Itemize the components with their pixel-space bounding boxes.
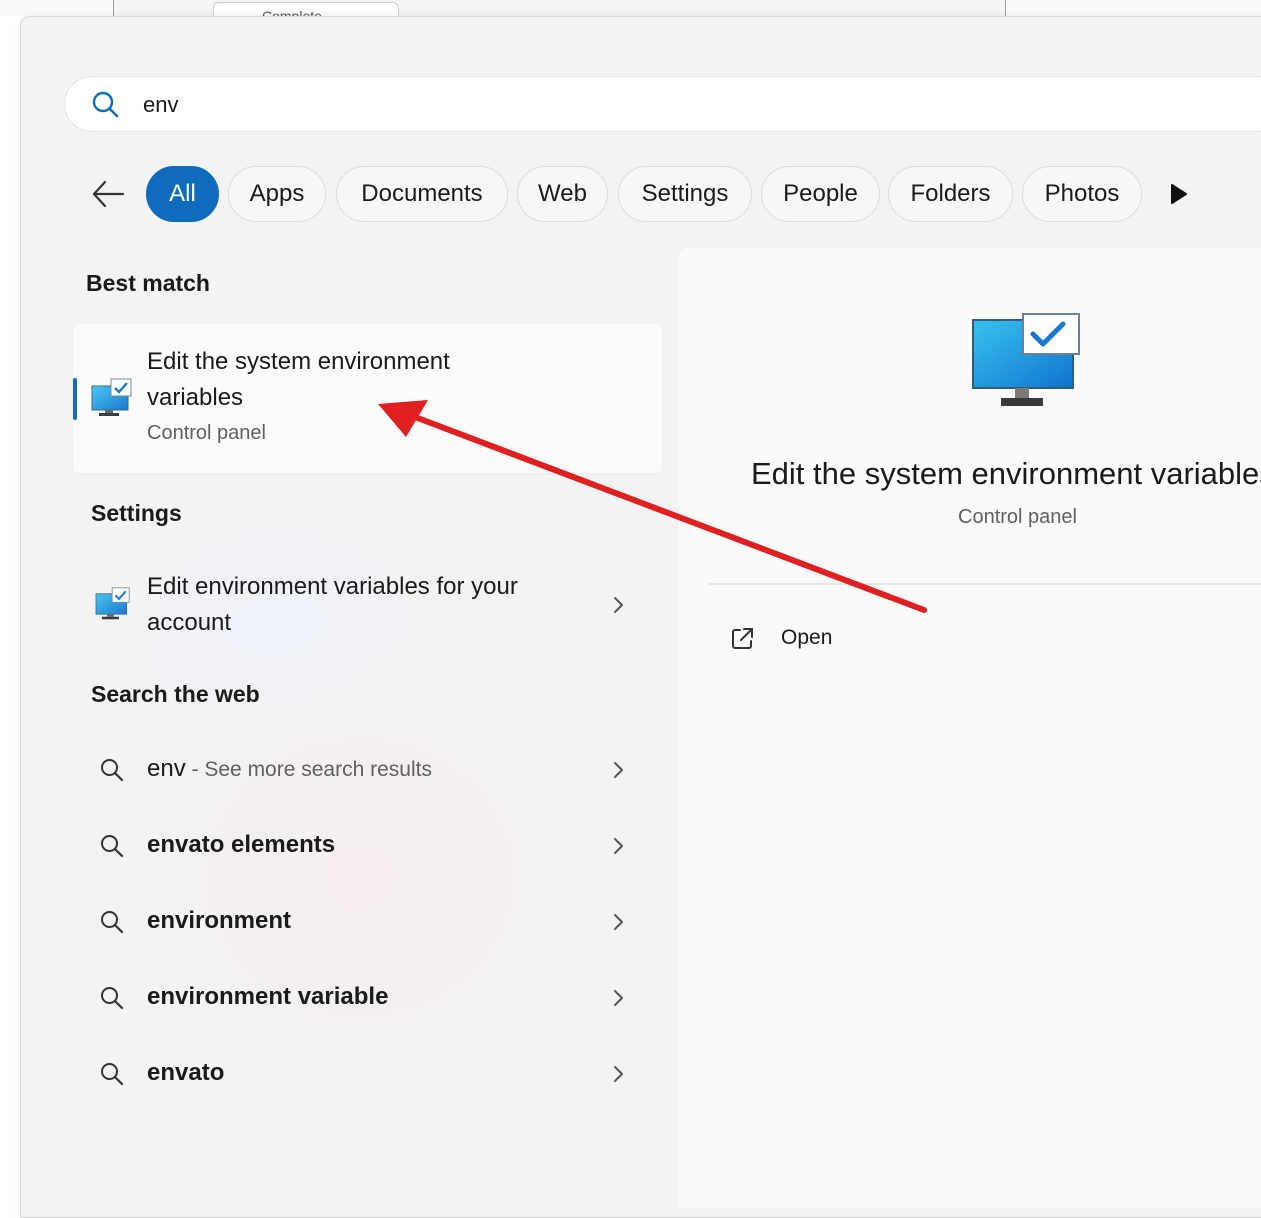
search-box[interactable] bbox=[64, 76, 1261, 132]
filter-people[interactable]: People bbox=[761, 166, 880, 222]
search-icon bbox=[101, 987, 124, 1010]
web-result-envato-elements[interactable]: envato elements bbox=[73, 821, 662, 871]
open-external-icon bbox=[732, 628, 753, 649]
chevron-right-icon bbox=[614, 1066, 623, 1082]
open-action-label: Open bbox=[781, 626, 833, 649]
settings-environment-icon bbox=[95, 587, 130, 620]
web-result-query: env bbox=[147, 755, 186, 782]
web-result-label: envato elements bbox=[147, 831, 336, 858]
web-result-label: envato bbox=[147, 1059, 225, 1086]
web-result-environment-variable[interactable]: environment variable bbox=[73, 973, 662, 1023]
detail-divider bbox=[709, 583, 1261, 585]
chevron-right-icon bbox=[614, 762, 623, 778]
chevron-right-icon bbox=[614, 914, 623, 930]
chevron-right-icon bbox=[614, 990, 623, 1006]
filter-all[interactable]: All bbox=[146, 166, 219, 222]
filter-settings[interactable]: Settings bbox=[618, 166, 752, 222]
chevron-right-icon bbox=[614, 597, 623, 613]
more-filters-arrow-icon[interactable] bbox=[1168, 182, 1190, 206]
web-result-hint: - See more search results bbox=[185, 758, 432, 781]
filter-web[interactable]: Web bbox=[517, 166, 608, 222]
best-match-title: Edit the system environment variables bbox=[147, 348, 450, 411]
detail-pane: Edit the system environment variables Co… bbox=[679, 248, 1261, 1208]
web-result-env[interactable]: env - See more search results bbox=[73, 745, 662, 795]
web-result-label: environment bbox=[147, 907, 292, 934]
settings-result-label: Edit environment variables for your acco… bbox=[147, 573, 518, 636]
search-input[interactable] bbox=[143, 89, 743, 121]
filter-apps[interactable]: Apps bbox=[228, 166, 326, 222]
best-match-subtitle: Control panel bbox=[147, 422, 266, 444]
search-icon bbox=[101, 759, 124, 782]
filter-documents[interactable]: Documents bbox=[336, 166, 508, 222]
back-arrow-icon[interactable] bbox=[90, 176, 126, 212]
web-result-environment[interactable]: environment bbox=[73, 897, 662, 947]
web-result-label: environment variable bbox=[147, 983, 389, 1010]
search-icon bbox=[101, 835, 124, 858]
system-properties-large-icon bbox=[972, 313, 1080, 406]
search-icon bbox=[92, 91, 119, 118]
chevron-right-icon bbox=[614, 838, 623, 854]
settings-heading: Settings bbox=[91, 500, 182, 526]
best-match-heading: Best match bbox=[86, 270, 210, 296]
detail-title: Edit the system environment variables bbox=[751, 456, 1261, 491]
settings-result[interactable]: Edit environment variables for your acco… bbox=[73, 565, 662, 645]
background-window-tab[interactable]: Complete bbox=[213, 2, 399, 17]
search-web-heading: Search the web bbox=[91, 681, 260, 707]
filter-folders[interactable]: Folders bbox=[888, 166, 1013, 222]
web-result-envato[interactable]: envato bbox=[73, 1049, 662, 1099]
search-icon bbox=[101, 1063, 124, 1086]
selection-indicator bbox=[73, 378, 77, 420]
filter-photos[interactable]: Photos bbox=[1022, 166, 1142, 222]
system-properties-icon bbox=[91, 378, 132, 416]
best-match-result[interactable]: Edit the system environment variables Co… bbox=[73, 324, 662, 473]
search-icon bbox=[101, 911, 124, 934]
detail-subtitle: Control panel bbox=[958, 506, 1077, 528]
